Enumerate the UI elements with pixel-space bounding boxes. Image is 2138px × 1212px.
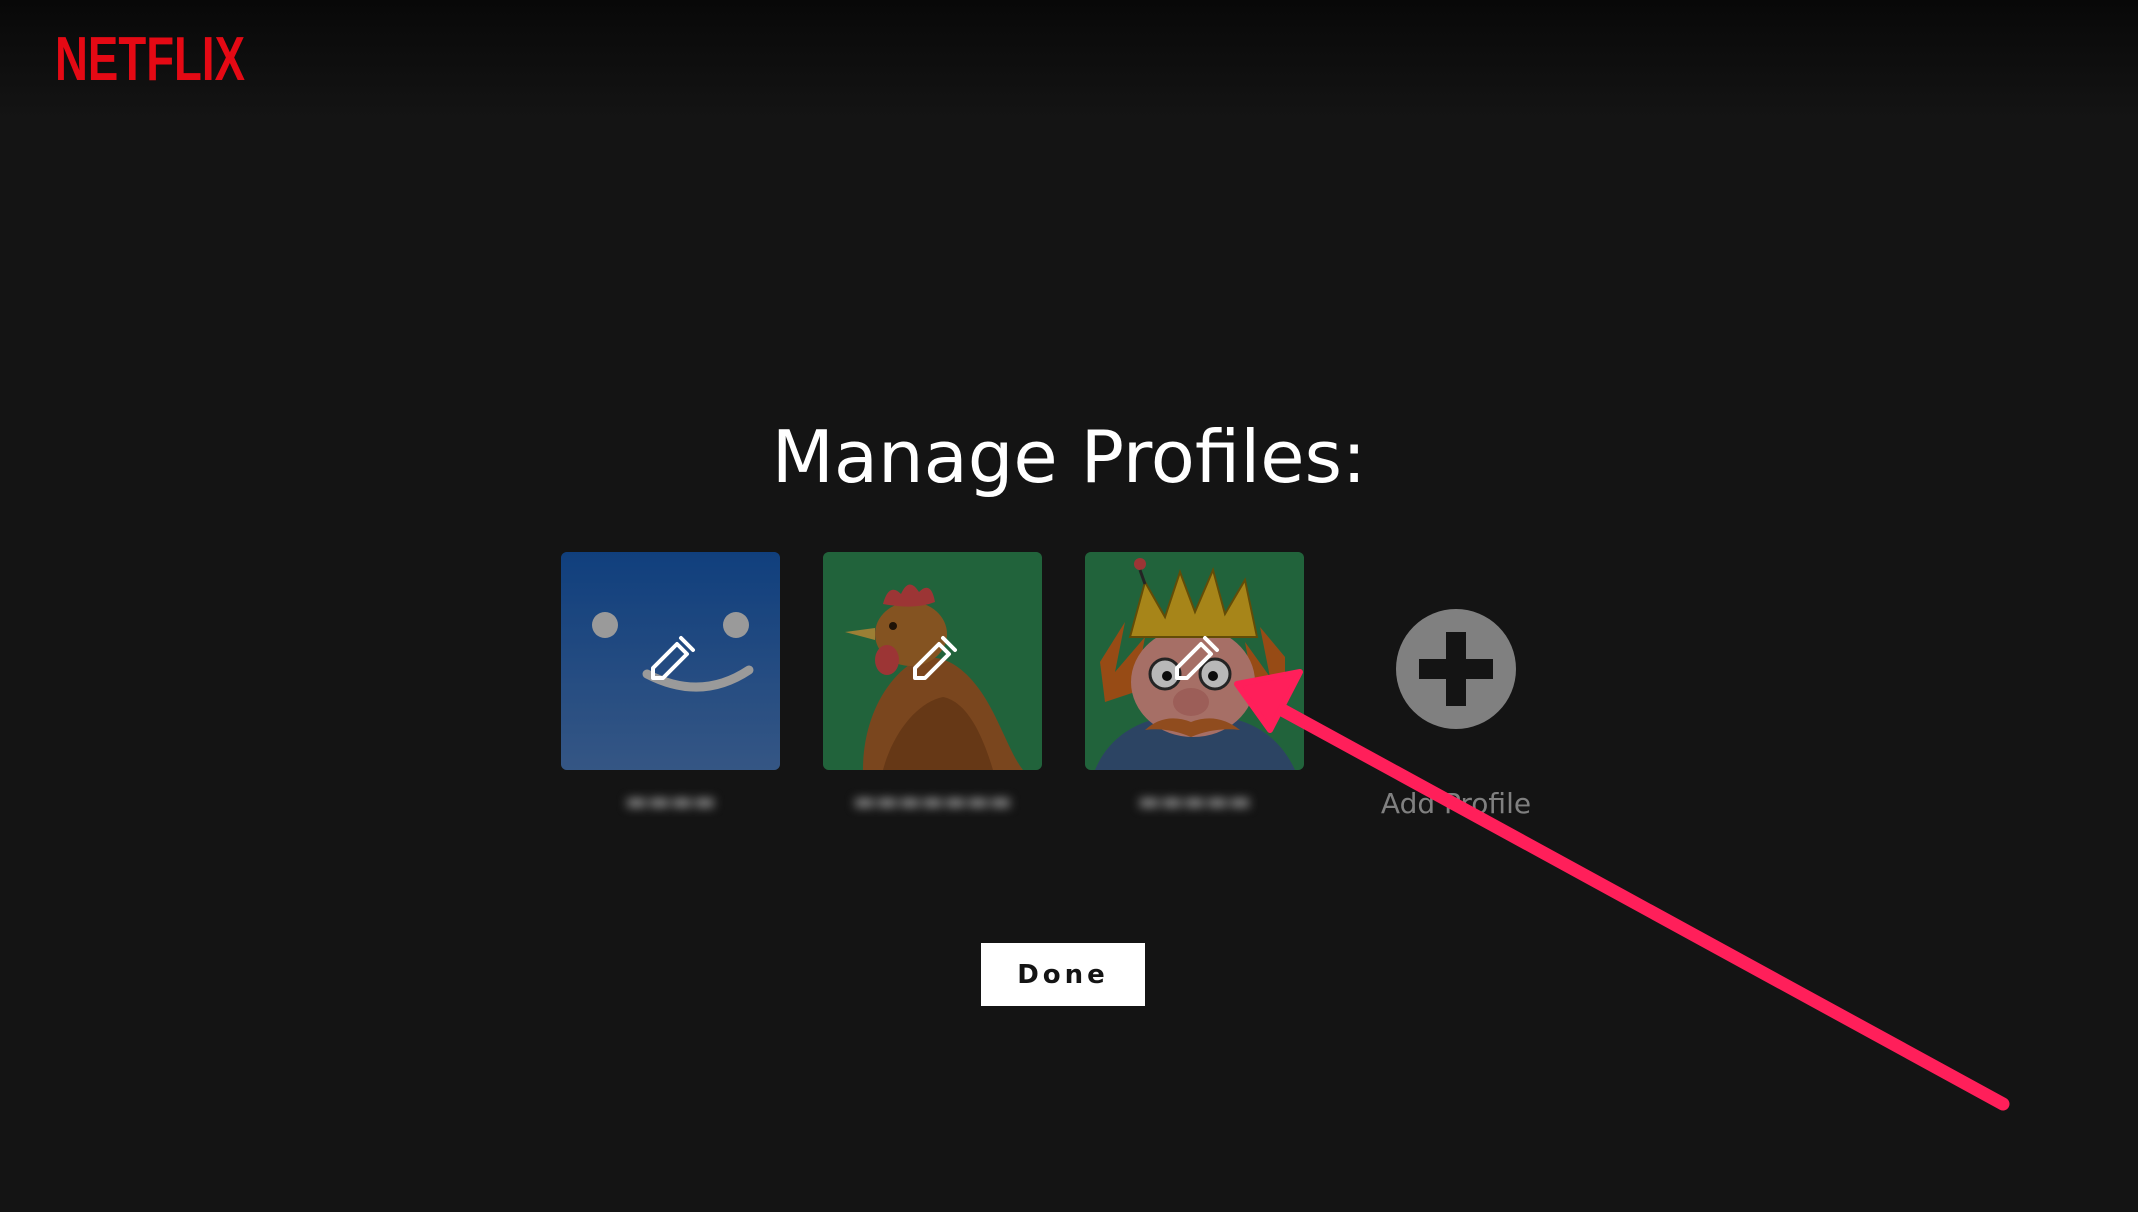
profile-item-2[interactable]: ▬▬▬▬▬▬▬ bbox=[823, 552, 1042, 818]
netflix-logo-text: NETFLIX bbox=[55, 25, 245, 88]
add-profile-button[interactable]: Add Profile bbox=[1323, 552, 1583, 842]
profile-avatar-chicken[interactable] bbox=[823, 552, 1042, 770]
profile-item-1[interactable]: ▬▬▬▬ bbox=[561, 552, 780, 818]
add-profile-label[interactable]: Add Profile bbox=[1323, 786, 1589, 822]
pencil-icon[interactable] bbox=[1169, 634, 1221, 686]
plus-circle-icon[interactable] bbox=[1395, 608, 1517, 730]
pencil-icon[interactable] bbox=[907, 634, 959, 686]
profile-avatar-king[interactable] bbox=[1085, 552, 1304, 770]
done-button[interactable]: Done bbox=[981, 943, 1145, 1006]
pencil-icon[interactable] bbox=[645, 634, 697, 686]
profile-name-blurred: ▬▬▬▬▬ bbox=[1137, 787, 1252, 815]
profile-item-3[interactable]: ▬▬▬▬▬ bbox=[1085, 552, 1304, 818]
profile-name-blurred: ▬▬▬▬▬▬▬ bbox=[853, 787, 1012, 815]
netflix-logo[interactable]: NETFLIX bbox=[55, 24, 247, 88]
profile-avatar-smiley[interactable] bbox=[561, 552, 780, 770]
profile-name-blurred: ▬▬▬▬ bbox=[625, 787, 716, 815]
top-bar: NETFLIX bbox=[0, 0, 2138, 120]
manage-profiles-page: NETFLIX Manage Profiles: ▬▬▬▬ ▬▬▬▬▬▬▬ ▬▬… bbox=[0, 0, 2138, 1212]
page-title: Manage Profiles: bbox=[771, 415, 1367, 499]
